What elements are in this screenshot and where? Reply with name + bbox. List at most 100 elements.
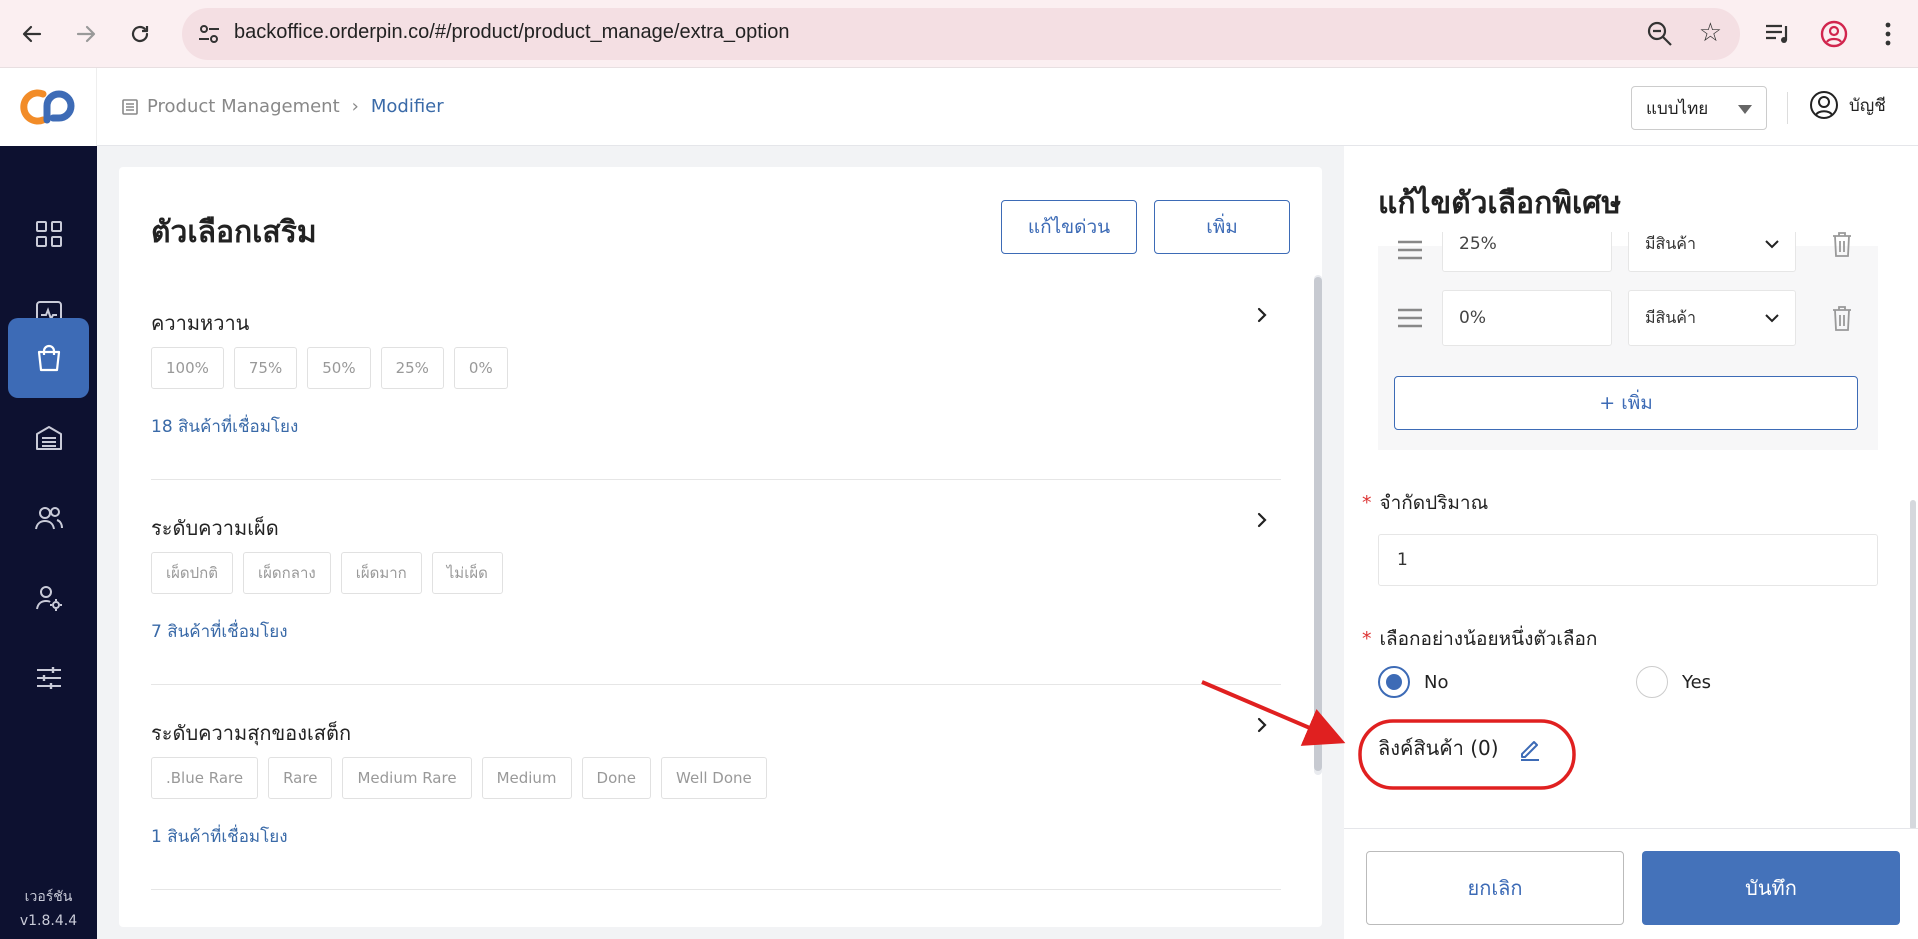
menu-kebab-icon[interactable] [1872,18,1904,50]
option-chip: .Blue Rare [151,757,259,799]
option-value-input[interactable]: 25% [1442,232,1612,272]
required-option-text: เลือกอย่างน้อยหนึ่งตัวเลือก [1379,628,1598,650]
option-chip: 100% [151,347,224,389]
browser-toolbar: backoffice.orderpin.co/#/product/product… [0,0,1918,68]
option-chip: 25% [380,347,444,389]
option-chip: เผ็ดกลาง [243,552,331,594]
sidebar-item-customers[interactable] [8,478,89,558]
sidebar-item-staff-settings[interactable] [8,558,89,638]
radio-no-indicator[interactable] [1378,666,1410,698]
add-button[interactable]: เพิ่ม [1154,200,1290,254]
chevron-right-icon[interactable] [1253,715,1271,735]
sidebar-item-products[interactable] [8,318,89,398]
modifier-group-steak-doneness[interactable]: ระดับความสุกของเสต็ก .Blue Rare Rare Med… [151,685,1281,890]
limit-quantity-input[interactable]: 1 [1378,534,1878,586]
option-chip: Medium [481,757,572,799]
trash-icon[interactable] [1830,232,1854,258]
modifier-group-sweetness[interactable]: ความหวาน 100% 75% 50% 25% 0% 18 สินค้าที… [151,275,1281,480]
modifier-group-spiciness[interactable]: ระดับความเผ็ด เผ็ดปกติ เผ็ดกลาง เผ็ดมาก … [151,480,1281,685]
quick-edit-button[interactable]: แก้ไขด่วน [1001,200,1137,254]
option-chips: 100% 75% 50% 25% 0% [151,347,518,389]
language-value: แบบไทย [1646,98,1709,119]
media-queue-icon[interactable] [1762,18,1794,50]
profile-icon[interactable] [1818,18,1850,50]
linked-products-link[interactable]: 18 สินค้าที่เชื่อมโยง [151,413,298,440]
sidebar-item-settings[interactable] [8,638,89,718]
option-chip: Rare [268,757,333,799]
breadcrumb-product-management[interactable]: Product Management [147,96,340,117]
cancel-button[interactable]: ยกเลิก [1366,851,1624,925]
link-product-label: ลิงค์สินค้า (0) [1378,736,1499,760]
forward-icon[interactable] [66,14,106,54]
user-gear-icon [35,586,62,611]
language-select[interactable]: แบบไทย [1631,86,1767,130]
group-title: ระดับความเผ็ด [151,516,279,540]
option-chip: Medium Rare [342,757,472,799]
sidebar: เวอร์ชัน v1.8.4.4 [0,68,97,939]
panel-footer: ยกเลิก บันทึก [1344,828,1918,939]
account-menu[interactable]: บัญชี [1809,90,1886,120]
linked-products-link[interactable]: 1 สินค้าที่เชื่อมโยง [151,823,288,850]
option-row: 25% มีสินค้า [1378,232,1878,272]
radio-yes-indicator[interactable] [1636,666,1668,698]
limit-quantity-value: 1 [1397,550,1408,570]
sidebar-item-inventory[interactable] [8,398,89,478]
option-value: 0% [1459,308,1486,328]
option-value-input[interactable]: 0% [1442,290,1612,346]
version-info: เวอร์ชัน v1.8.4.4 [0,885,97,933]
version-label: เวอร์ชัน [24,889,73,905]
add-option-button[interactable]: + เพิ่ม [1394,376,1858,430]
option-chip: เผ็ดปกติ [151,552,234,594]
option-chip: Done [581,757,652,799]
chevron-down-icon [1765,240,1779,249]
drag-handle-icon[interactable] [1396,306,1424,330]
chevron-right-icon[interactable] [1253,510,1271,530]
required-option-label: * เลือกอย่างน้อยหนึ่งตัวเลือก [1362,624,1597,654]
sidebar-item-dashboard[interactable] [8,194,89,274]
reload-icon[interactable] [120,14,160,54]
drag-handle-icon[interactable] [1396,238,1424,262]
sliders-icon [36,667,61,689]
address-bar[interactable]: backoffice.orderpin.co/#/product/product… [182,8,1740,60]
radio-no-label: No [1424,671,1449,693]
warehouse-icon [35,426,62,450]
site-settings-icon[interactable] [196,21,222,47]
edit-modifier-panel: แก้ไขตัวเลือกพิเศษ 25% มีสินค้า 0% มีสิน… [1344,146,1918,939]
shopping-bag-icon [37,344,60,372]
app-logo[interactable] [0,68,97,146]
panel-scrollbar[interactable] [1910,500,1916,830]
top-header: Product Management › Modifier แบบไทย บัญ… [97,68,1918,146]
pencil-edit-icon[interactable] [1517,735,1543,761]
version-number: v1.8.4.4 [19,913,78,929]
account-label: บัญชี [1849,95,1886,116]
breadcrumb: Product Management › Modifier [121,96,444,117]
bookmark-star-icon[interactable]: ☆ [1699,18,1722,48]
chevron-right-icon[interactable] [1253,305,1271,325]
save-button[interactable]: บันทึก [1642,851,1900,925]
limit-quantity-text: จำกัดปริมาณ [1379,492,1489,514]
back-icon[interactable] [12,14,52,54]
trash-icon[interactable] [1830,304,1854,332]
option-chip: 75% [233,347,298,389]
option-status-select[interactable]: มีสินค้า [1628,232,1796,272]
option-chip: เผ็ดมาก [340,552,422,594]
option-status-select[interactable]: มีสินค้า [1628,290,1796,346]
required-mark: * [1362,492,1372,514]
breadcrumb-modifier: Modifier [370,96,444,117]
linked-products-link[interactable]: 7 สินค้าที่เชื่อมโยง [151,618,288,645]
option-chip: Well Done [661,757,767,799]
document-list-icon [122,98,138,115]
users-icon [34,507,63,530]
zoom-out-icon[interactable] [1646,20,1674,48]
modifier-list-card: ตัวเลือกเสริม แก้ไขด่วน เพิ่ม ความหวาน 1… [119,167,1322,927]
radio-no[interactable]: No [1378,666,1448,698]
url-text[interactable]: backoffice.orderpin.co/#/product/product… [234,21,790,44]
divider [1787,92,1788,124]
group-title: ความหวาน [151,311,250,335]
radio-yes[interactable]: Yes [1636,666,1711,698]
grid-icon [35,221,62,247]
limit-quantity-label: * จำกัดปริมาณ [1362,488,1488,518]
option-chip: 0% [453,347,508,389]
list-scrollbar-thumb[interactable] [1314,277,1322,771]
chevron-down-icon [1765,314,1779,323]
